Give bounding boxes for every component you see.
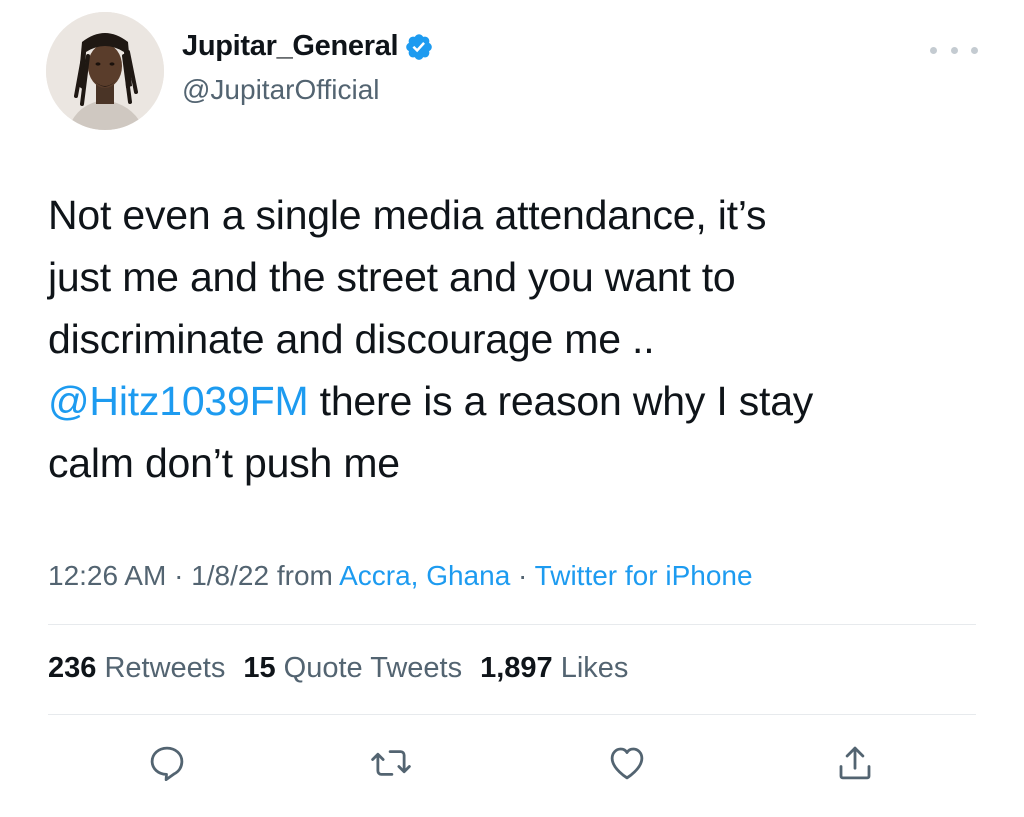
location-link[interactable]: Accra, Ghana bbox=[339, 560, 510, 591]
tweet-text: Not even a single media attendance, it’s… bbox=[48, 184, 998, 494]
tweet-text-line: calm don’t push me bbox=[48, 440, 400, 486]
tweet-meta: 12:26 AM · 1/8/22 from Accra, Ghana · Tw… bbox=[48, 560, 753, 592]
like-icon[interactable] bbox=[606, 742, 648, 784]
more-dot bbox=[930, 46, 937, 54]
reply-icon[interactable] bbox=[146, 742, 188, 784]
tweet-text-line: @Hitz1039FM there is a reason why I stay bbox=[48, 370, 998, 432]
meta-separator: · bbox=[166, 560, 192, 591]
meta-separator: · bbox=[510, 560, 535, 591]
more-dot bbox=[971, 46, 978, 54]
retweets-count: 236 bbox=[48, 652, 97, 684]
more-icon[interactable] bbox=[930, 38, 978, 62]
author-display-name[interactable]: Jupitar_General bbox=[182, 30, 399, 63]
tweet-stats: 236 Retweets 15 Quote Tweets 1,897 Likes bbox=[48, 652, 628, 685]
avatar-image bbox=[46, 12, 164, 130]
retweets-label: Retweets bbox=[104, 652, 226, 684]
more-dot bbox=[950, 46, 958, 54]
meta-from: from bbox=[269, 560, 340, 591]
divider bbox=[48, 714, 976, 715]
tweet-text-line: Not even a single media attendance, it’s bbox=[48, 192, 767, 238]
source-link[interactable]: Twitter for iPhone bbox=[535, 560, 753, 591]
quotes-stat[interactable]: 15 Quote Tweets bbox=[243, 652, 462, 684]
tweet-text-fragment: there is a reason why I stay bbox=[308, 378, 814, 424]
verified-badge-icon bbox=[404, 32, 434, 62]
quotes-label: Quote Tweets bbox=[283, 652, 463, 684]
likes-count: 1,897 bbox=[480, 652, 553, 684]
author-name[interactable]: Jupitar_General bbox=[182, 30, 434, 63]
share-icon[interactable] bbox=[834, 742, 876, 784]
likes-label: Likes bbox=[560, 652, 629, 684]
tweet-detail: Jupitar_General @JupitarOfficial Not eve… bbox=[0, 0, 1024, 817]
tweet-text-line: just me and the street and you want to bbox=[48, 254, 736, 300]
likes-stat[interactable]: 1,897 Likes bbox=[480, 652, 628, 684]
avatar[interactable] bbox=[46, 12, 164, 130]
retweets-stat[interactable]: 236 Retweets bbox=[48, 652, 225, 684]
author-handle[interactable]: @JupitarOfficial bbox=[182, 74, 380, 106]
tweet-date[interactable]: 1/8/22 bbox=[191, 560, 269, 591]
tweet-time[interactable]: 12:26 AM bbox=[48, 560, 166, 591]
tweet-text-line: discriminate and discourage me .. bbox=[48, 316, 655, 362]
mention-link[interactable]: @Hitz1039FM bbox=[48, 378, 309, 424]
retweet-icon[interactable] bbox=[370, 742, 412, 784]
quotes-count: 15 bbox=[243, 652, 276, 684]
divider bbox=[48, 624, 976, 625]
